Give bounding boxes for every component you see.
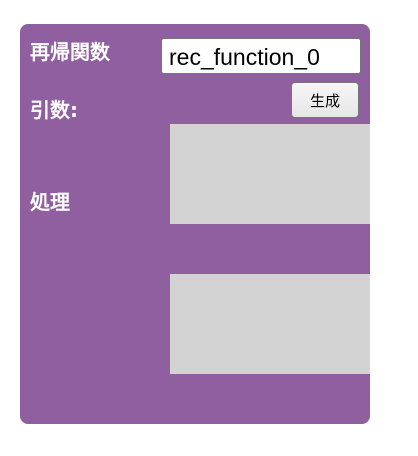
drop-slot-lower[interactable] xyxy=(170,274,370,374)
drop-slot-upper[interactable] xyxy=(170,124,370,224)
arguments-label: 引数: xyxy=(30,98,78,122)
recursive-function-block[interactable]: 再帰関数 引数: 生成 処理 xyxy=(20,24,370,424)
body-label: 処理 xyxy=(30,190,70,214)
block-title-label: 再帰関数 xyxy=(30,40,110,64)
generate-button[interactable]: 生成 xyxy=(291,82,359,118)
function-name-input[interactable] xyxy=(161,38,361,74)
